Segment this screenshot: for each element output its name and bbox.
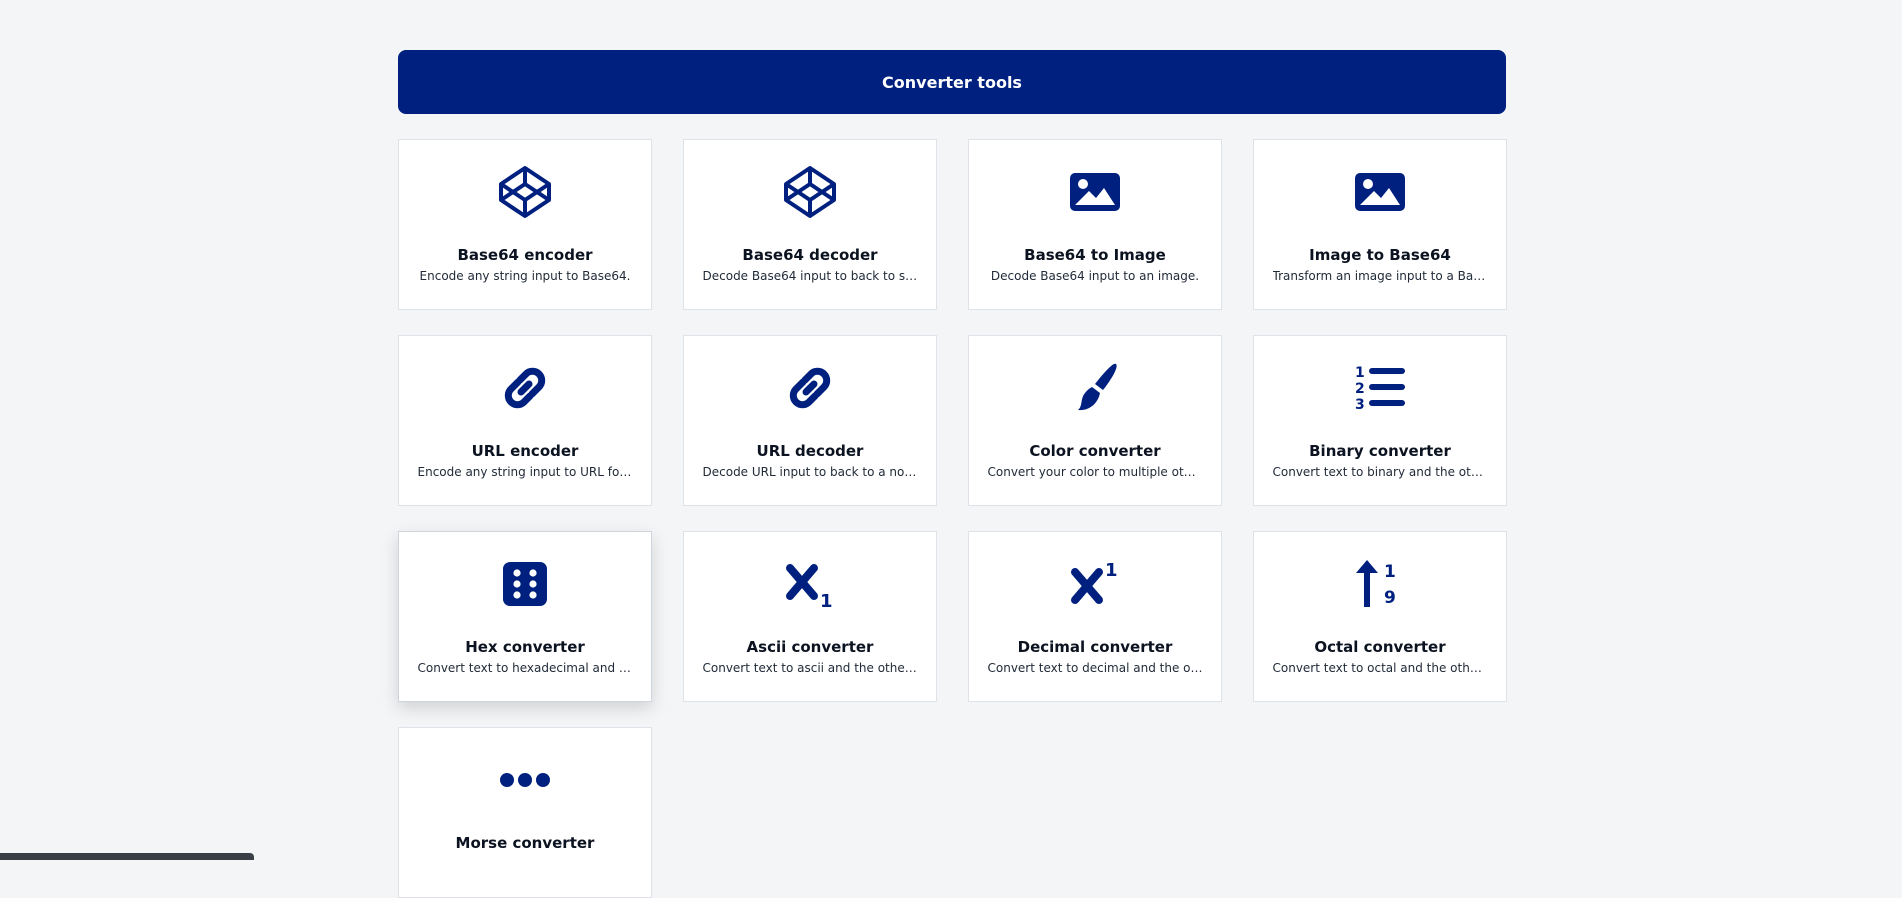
tool-description: Convert text to hexadecimal and th... (417, 661, 633, 675)
tool-title: Morse converter (455, 834, 595, 852)
tool-title: URL decoder (756, 442, 864, 460)
link-icon (782, 360, 838, 416)
tool-card-ascii-converter[interactable]: 1 Ascii converter Convert text to ascii … (683, 531, 937, 702)
tool-title: Image to Base64 (1309, 246, 1451, 264)
tool-description: Encode any string input to URL for... (417, 465, 633, 479)
tool-title: Base64 to Image (1024, 246, 1166, 264)
tool-title: Decimal converter (1017, 638, 1173, 656)
sort-numeric-up-icon: 19 (1352, 556, 1408, 612)
tool-description: Encode any string input to Base64. (419, 269, 631, 283)
tool-title: Color converter (1029, 442, 1161, 460)
tool-card-base64-to-image[interactable]: Base64 to Image Decode Base64 input to a… (968, 139, 1222, 310)
tool-card-color-converter[interactable]: Color converter Convert your color to mu… (968, 335, 1222, 506)
tool-description: Convert text to decimal and the oth... (987, 661, 1203, 675)
image-icon (1352, 164, 1408, 220)
page-title: Converter tools (882, 72, 1022, 92)
tool-card-image-to-base64[interactable]: Image to Base64 Transform an image input… (1253, 139, 1507, 310)
svg-text:3: 3 (1355, 397, 1365, 413)
tool-card-url-encoder[interactable]: URL encoder Encode any string input to U… (398, 335, 652, 506)
svg-text:2: 2 (1355, 381, 1365, 397)
tool-title: Octal converter (1314, 638, 1446, 656)
tool-card-base64-encoder[interactable]: Base64 encoder Encode any string input t… (398, 139, 652, 310)
svg-text:9: 9 (1384, 588, 1396, 608)
subscript-icon: 1 (782, 556, 838, 612)
paintbrush-icon (1067, 360, 1123, 416)
tool-title: Binary converter (1309, 442, 1451, 460)
tool-description: Convert text to octal and the other ... (1272, 661, 1488, 675)
tool-title: Ascii converter (746, 638, 874, 656)
codepen-icon (497, 164, 553, 220)
page-header: Converter tools (398, 50, 1506, 114)
tool-description: Convert text to binary and the other... (1272, 465, 1488, 479)
tool-card-octal-converter[interactable]: 19 Octal converter Convert text to octal… (1253, 531, 1507, 702)
tool-card-morse-converter[interactable]: Morse converter (398, 727, 652, 898)
link-icon (497, 360, 553, 416)
tool-card-base64-decoder[interactable]: Base64 decoder Decode Base64 input to ba… (683, 139, 937, 310)
tool-card-binary-converter[interactable]: 123 Binary converter Convert text to bin… (1253, 335, 1507, 506)
tool-card-decimal-converter[interactable]: 1 Decimal converter Convert text to deci… (968, 531, 1222, 702)
tool-title: Base64 encoder (457, 246, 593, 264)
tool-description: Decode URL input to back to a nor... (702, 465, 918, 479)
svg-text:1: 1 (1384, 562, 1396, 582)
image-icon (1067, 164, 1123, 220)
svg-text:1: 1 (820, 591, 833, 612)
tool-description: Transform an image input to a Base... (1272, 269, 1488, 283)
tool-title: Hex converter (465, 638, 585, 656)
tool-description: Convert your color to multiple othe... (987, 465, 1203, 479)
svg-text:1: 1 (1105, 560, 1118, 581)
dice-six-icon (497, 556, 553, 612)
tool-title: Base64 decoder (742, 246, 878, 264)
svg-text:1: 1 (1355, 365, 1365, 381)
tool-description: Decode Base64 input to an image. (990, 269, 1200, 283)
numbered-list-icon: 123 (1352, 360, 1408, 416)
tool-card-url-decoder[interactable]: URL decoder Decode URL input to back to … (683, 335, 937, 506)
tool-description: Convert text to ascii and the other ... (702, 661, 918, 675)
tool-card-hex-converter[interactable]: Hex converter Convert text to hexadecima… (398, 531, 652, 702)
ellipsis-icon (497, 752, 553, 808)
tool-title: URL encoder (471, 442, 579, 460)
tool-description: Decode Base64 input to back to stri... (702, 269, 918, 283)
tools-grid: Base64 encoder Encode any string input t… (398, 139, 1507, 898)
browser-status-bar (0, 853, 254, 860)
superscript-icon: 1 (1067, 556, 1123, 612)
codepen-icon (782, 164, 838, 220)
